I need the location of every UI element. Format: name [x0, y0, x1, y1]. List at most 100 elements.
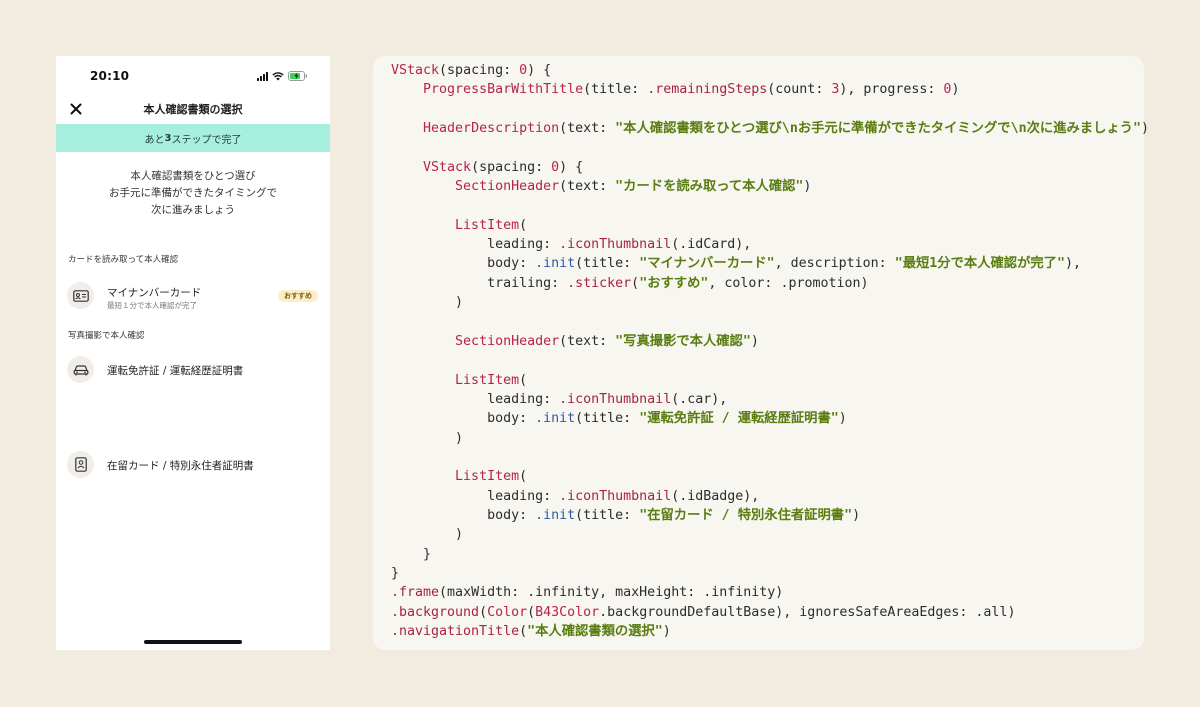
code-token: )	[852, 507, 861, 523]
code-line: body: .init(title: "在留カード / 特別永住者証明書")	[391, 506, 1149, 525]
code-token: SectionHeader	[455, 179, 560, 195]
progress-suffix: ステップで完了	[171, 134, 242, 146]
id-card-icon	[67, 282, 94, 309]
code-token: ), progress:	[839, 82, 944, 98]
code-token: )	[750, 333, 759, 349]
phone-screen: 20:10 本人確認書類の選択 あと 3 ステップで完了 本人確認書類をひとつ選び …	[56, 56, 330, 650]
code-token: (	[479, 604, 488, 620]
code-token: (	[631, 275, 640, 291]
progress-bar-with-title: あと 3 ステップで完了	[56, 124, 330, 152]
code-token: (	[519, 623, 528, 639]
home-indicator	[144, 640, 242, 644]
list-item-title: マイナンバーカード	[107, 287, 202, 299]
code-token: ListItem	[455, 469, 520, 485]
code-line: SectionHeader(text: "カードを読み取って本人確認")	[391, 177, 1149, 196]
code-token: (	[519, 469, 528, 485]
section-header-card-reading: カードを読み取って本人確認	[68, 255, 179, 265]
code-token: (.idBadge),	[671, 488, 760, 504]
list-item-title: 在留カード / 特別永住者証明書	[107, 460, 254, 472]
list-item-my-number-card[interactable]: マイナンバーカード 最短１分で本人確認が完了 おすすめ	[56, 278, 330, 314]
recommended-sticker: おすすめ	[278, 290, 318, 302]
code-line: }	[391, 564, 1149, 583]
code-token: }	[391, 565, 400, 581]
code-token: .init	[535, 411, 576, 427]
code-token: "マイナンバーカード"	[639, 256, 775, 272]
code-token: 0	[519, 63, 528, 78]
code-token: (count:	[767, 82, 832, 98]
code-token: leading:	[391, 488, 560, 504]
code-token: .remainingSteps	[647, 82, 768, 98]
wifi-icon	[272, 71, 284, 81]
code-token: (.car),	[671, 391, 728, 407]
code-token: .init	[535, 256, 576, 272]
status-icons	[257, 70, 308, 82]
code-token: )	[803, 179, 812, 195]
status-time: 20:10	[90, 69, 130, 83]
code-token: (spacing:	[471, 159, 552, 175]
code-line: ListItem(	[391, 467, 1149, 486]
code-line: )	[391, 293, 1149, 312]
code-token: HeaderDescription	[423, 121, 560, 137]
code-line: body: .init(title: "運転免許証 / 運転経歴証明書")	[391, 409, 1149, 428]
code-token: .frame	[391, 585, 440, 601]
header-description: 本人確認書類をひとつ選び お手元に準備ができたタイミングで 次に進みましょう	[109, 170, 277, 216]
navigation-title: 本人確認書類の選択	[143, 103, 243, 116]
code-token: (	[527, 604, 536, 620]
code-token: "写真撮影で本人確認"	[615, 333, 751, 349]
list-item-residence-card[interactable]: 在留カード / 特別永住者証明書	[56, 447, 330, 483]
code-token: .init	[535, 507, 576, 523]
code-token: leading:	[391, 237, 560, 253]
code-token: (text:	[559, 333, 616, 349]
code-panel: VStack(spacing: 0) { ProgressBarWithTitl…	[373, 56, 1149, 650]
list-item-description: 最短１分で本人確認が完了	[107, 301, 197, 310]
code-token: "本人確認書類をひとつ選び\nお手元に準備ができたタイミングで\n次に進みましょ…	[615, 121, 1141, 137]
code-token: ListItem	[455, 372, 520, 388]
list-item-drivers-license[interactable]: 運転免許証 / 運転経歴証明書	[56, 352, 330, 388]
code-line: ListItem(	[391, 216, 1149, 235]
code-line: .frame(maxWidth: .infinity, maxHeight: .…	[391, 583, 1149, 602]
code-token: "本人確認書類の選択"	[527, 623, 663, 639]
code-token: .iconThumbnail	[559, 237, 672, 253]
code-token: .iconThumbnail	[559, 488, 672, 504]
code-token: .sticker	[567, 275, 632, 291]
code-token: VStack	[391, 63, 440, 78]
code-token: (title:	[575, 256, 640, 272]
code-line: )	[391, 525, 1149, 544]
code-token: ) {	[527, 63, 552, 78]
code-line: ListItem(	[391, 371, 1149, 390]
progress-step-count: 3	[164, 132, 172, 144]
code-line: VStack(spacing: 0) {	[391, 61, 1149, 80]
signal-icon	[257, 71, 268, 81]
code-token: B43Color	[535, 604, 600, 620]
code-token: ListItem	[455, 217, 520, 233]
code-token: (maxWidth: .infinity, maxHeight: .infini…	[439, 585, 784, 601]
code-token: .iconThumbnail	[559, 391, 672, 407]
code-token: )	[662, 623, 671, 639]
code-line: HeaderDescription(text: "本人確認書類をひとつ選び\nお…	[391, 119, 1149, 138]
code-line: }	[391, 545, 1149, 564]
code-token: )	[951, 82, 960, 98]
code-token: body:	[391, 411, 536, 427]
code-token: "運転免許証 / 運転経歴証明書"	[639, 411, 839, 427]
id-badge-icon	[67, 451, 94, 478]
code-line: SectionHeader(text: "写真撮影で本人確認")	[391, 332, 1149, 351]
code-token: .navigationTitle	[391, 623, 520, 639]
code-token: "カードを読み取って本人確認"	[615, 179, 804, 195]
code-token: }	[391, 546, 432, 562]
code-token: (title:	[575, 507, 640, 523]
code-token: SectionHeader	[455, 333, 560, 349]
code-token: (text:	[559, 179, 616, 195]
code-token: VStack	[423, 159, 472, 175]
